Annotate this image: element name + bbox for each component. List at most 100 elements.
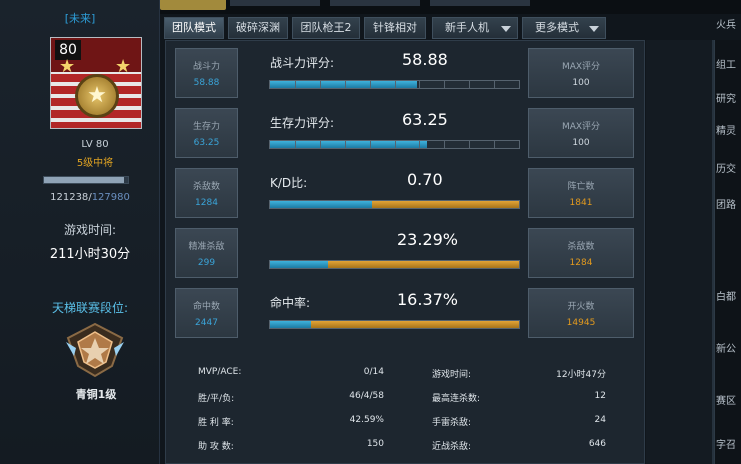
top-tab-active[interactable] — [160, 0, 226, 10]
stat-value: 100 — [572, 138, 590, 148]
stat-value: 2447 — [195, 318, 218, 328]
tab-label: 团队枪王2 — [300, 21, 352, 34]
bar-tick — [494, 81, 495, 88]
stat-box-combat: 战斗力 58.88 — [175, 48, 238, 98]
stat-box-kills-total: 杀敌数 1284 — [528, 228, 634, 278]
row-title: 战斗力评分: — [270, 56, 335, 70]
tab-team-gunking-2[interactable]: 团队枪王2 — [292, 17, 360, 39]
table-row: 胜 利 率: 42.59% 手雷杀敌: 24 — [166, 415, 646, 431]
stat-value: 1284 — [195, 198, 218, 208]
detail-value: 46/4/58 — [349, 391, 384, 401]
star-icon: ★ — [115, 56, 132, 77]
sidebar-item[interactable]: 组工 — [716, 56, 741, 71]
tab-label: 团队模式 — [172, 21, 216, 34]
bar-tick — [295, 81, 296, 88]
bar-fill-blue — [270, 141, 427, 148]
tab-team-mode[interactable]: 团队模式 — [164, 17, 224, 39]
detail-value: 12 — [594, 391, 606, 401]
row-title: K/D比: — [270, 176, 308, 190]
xp-bar-fill — [44, 177, 124, 183]
bar-tick — [444, 141, 445, 148]
tab-label: 针锋相对 — [373, 21, 417, 34]
stat-box-hits: 命中数 2447 — [175, 288, 238, 338]
stat-box-survival: 生存力 63.25 — [175, 108, 238, 158]
stat-label: MAX评分 — [561, 62, 601, 72]
stat-label: 开火数 — [567, 302, 595, 312]
detail-key: 近战杀敌: — [432, 442, 472, 452]
xp-text: 121238/127980 — [40, 192, 140, 203]
row-title: 命中率: — [270, 296, 311, 310]
bar-tick — [370, 81, 371, 88]
stat-label: 杀敌数 — [192, 182, 220, 192]
bar-tick — [419, 81, 420, 88]
ladder-rank: 青铜1级 — [75, 388, 117, 401]
bar-tick — [320, 81, 321, 88]
chevron-down-icon — [589, 26, 599, 32]
score-bar — [269, 80, 520, 89]
level-label: LV 80 — [81, 139, 109, 150]
sidebar-item[interactable]: 字召 — [716, 436, 741, 451]
row-value: 58.88 — [402, 50, 448, 69]
top-tab-hint[interactable] — [430, 0, 530, 6]
stat-box-max-score: MAX评分 100 — [528, 48, 634, 98]
sidebar-item[interactable]: 新公 — [716, 340, 741, 355]
stats-panel: 战斗力 58.88 战斗力评分: 58.88 MAX评分 100 生存力 63.25 … — [165, 40, 645, 464]
detail-key: 最高连杀数: — [432, 394, 481, 404]
tab-label: 新手人机 — [445, 21, 489, 34]
stat-value: 1284 — [569, 258, 593, 268]
tab-shattered-abyss[interactable]: 破碎深渊 — [228, 17, 288, 39]
ladder-rank-icon — [66, 322, 124, 378]
sidebar-item[interactable]: 历交 — [716, 160, 741, 175]
avatar: 80 ★ ★ ★ — [50, 37, 142, 129]
stat-value: 100 — [572, 78, 590, 88]
sidebar-item[interactable]: 白都 — [716, 288, 741, 303]
detail-key: 游戏时间: — [432, 370, 472, 380]
stat-value: 63.25 — [193, 138, 220, 148]
xp-bar — [43, 176, 129, 184]
bar-fill-orange — [372, 201, 519, 208]
table-row: 助 攻 数: 150 近战杀敌: 646 — [166, 439, 646, 455]
sidebar-item[interactable]: 赛区 — [716, 392, 741, 407]
tab-more-modes[interactable]: 更多模式 — [522, 17, 606, 39]
sidebar-item[interactable]: 研究 — [716, 90, 741, 105]
playtime-label: 游戏时间: — [63, 223, 117, 237]
right-sidebar: 火兵 组工 研究 精灵 历交 团路 白都 新公 赛区 字召 — [646, 20, 741, 464]
detail-value: 42.59% — [349, 415, 384, 425]
stat-value: 58.88 — [193, 78, 220, 88]
table-row: 胜/平/负: 46/4/58 最高连杀数: 12 — [166, 391, 646, 407]
table-row: MVP/ACE: 0/14 游戏时间: 12小时47分 — [166, 367, 646, 383]
top-tab-hint[interactable] — [330, 0, 420, 6]
bar-fill-blue — [270, 201, 372, 208]
top-tab-hint[interactable] — [230, 0, 320, 6]
tab-novice-bots[interactable]: 新手人机 — [432, 17, 518, 39]
chevron-down-icon — [501, 26, 511, 32]
stat-label: 精准杀敌 — [188, 242, 225, 252]
sidebar-item[interactable]: 火兵 — [716, 16, 741, 31]
bar-fill-blue — [270, 261, 328, 268]
sidebar-item[interactable]: 精灵 — [716, 122, 741, 137]
score-bar — [269, 260, 520, 269]
score-bar — [269, 320, 520, 329]
stat-box-max-score: MAX评分 100 — [528, 108, 634, 158]
bar-tick — [345, 81, 346, 88]
player-name — [0, 0, 160, 8]
detail-value: 646 — [588, 439, 606, 449]
detail-key: 助 攻 数: — [198, 442, 234, 452]
xp-current: 121238 — [50, 192, 89, 203]
stat-box-precise-kills: 精准杀敌 299 — [175, 228, 238, 278]
detail-value: 0/14 — [363, 367, 384, 377]
stats-window: [未来] 80 ★ ★ ★ LV 80 5级中将 121238/127980 游… — [0, 0, 741, 464]
sidebar-item[interactable]: 团路 — [716, 196, 741, 211]
tab-head-to-head[interactable]: 针锋相对 — [364, 17, 426, 39]
stat-label: 杀敌数 — [567, 242, 595, 252]
stat-box-deaths: 阵亡数 1841 — [528, 168, 634, 218]
player-title: [未来] — [64, 12, 96, 25]
stat-box-kills: 杀敌数 1284 — [175, 168, 238, 218]
ladder-label: 天梯联赛段位: — [51, 301, 129, 315]
playtime-value: 211小时30分 — [49, 247, 131, 262]
medal-icon: ★ — [75, 74, 119, 118]
bar-tick — [469, 141, 470, 148]
stat-label: 生存力 — [192, 122, 220, 132]
bar-tick — [395, 81, 396, 88]
detail-key: 胜 利 率: — [198, 418, 234, 428]
